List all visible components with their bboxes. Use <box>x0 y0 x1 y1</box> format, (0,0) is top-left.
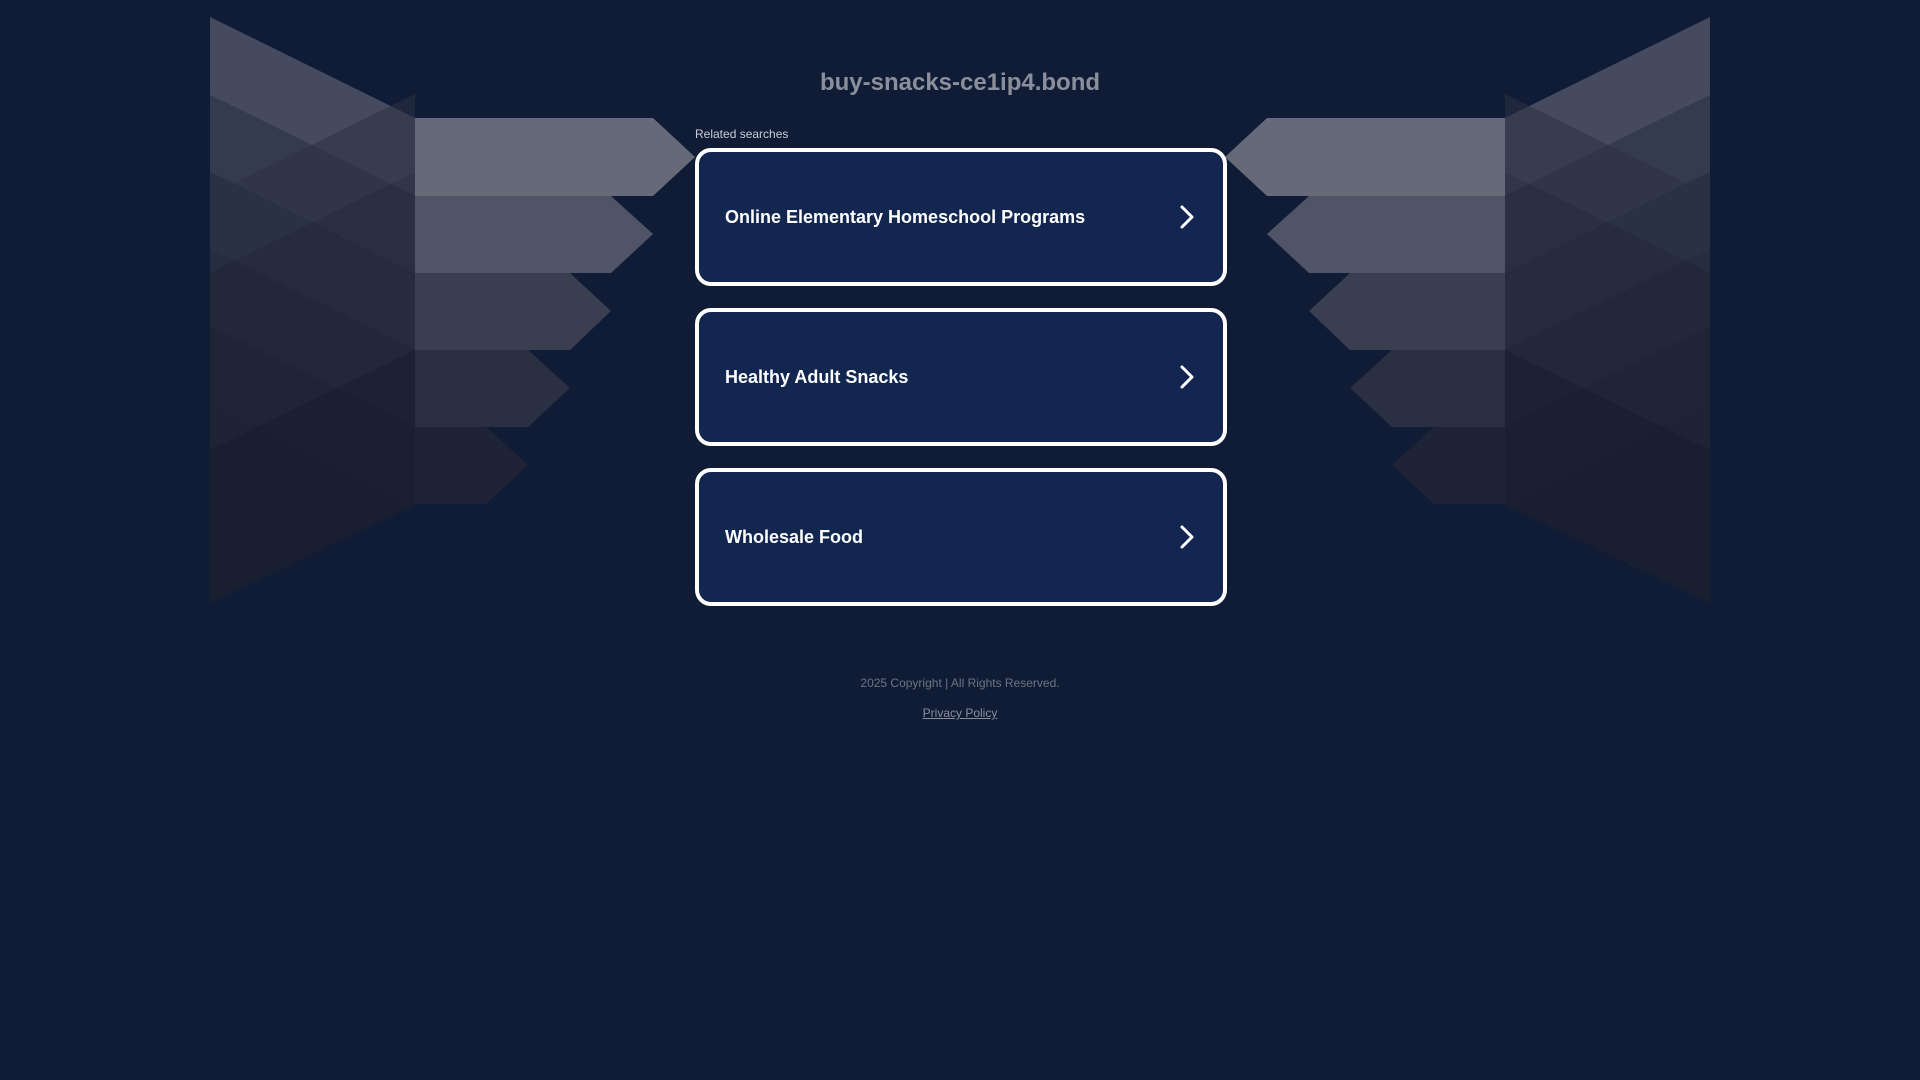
related-link-label: Online Elementary Homeschool Programs <box>725 207 1086 227</box>
copyright-text: 2025 Copyright | All Rights Reserved. <box>860 676 1060 690</box>
domain-title: buy-snacks-ce1ip4.bond <box>819 69 1101 96</box>
related-link-label: Healthy Adult Snacks <box>725 367 909 387</box>
chevron-right-icon <box>1180 205 1194 229</box>
chevron-right-icon <box>1180 365 1194 389</box>
parked-domain-page: buy-snacks-ce1ip4.bond Related searches … <box>0 0 1920 1080</box>
chevron-right-icon <box>1180 525 1194 549</box>
related-link-label: Wholesale Food <box>725 527 864 547</box>
related-searches-heading: Related searches <box>695 127 789 141</box>
privacy-policy-container: Privacy Policy <box>0 706 1920 720</box>
related-link-wholesale-food[interactable]: Wholesale Food <box>695 468 1227 606</box>
related-link-healthy-adult-snacks[interactable]: Healthy Adult Snacks <box>695 308 1227 446</box>
related-link-homeschool-programs[interactable]: Online Elementary Homeschool Programs <box>695 148 1227 286</box>
privacy-policy-link[interactable]: Privacy Policy <box>923 706 998 720</box>
